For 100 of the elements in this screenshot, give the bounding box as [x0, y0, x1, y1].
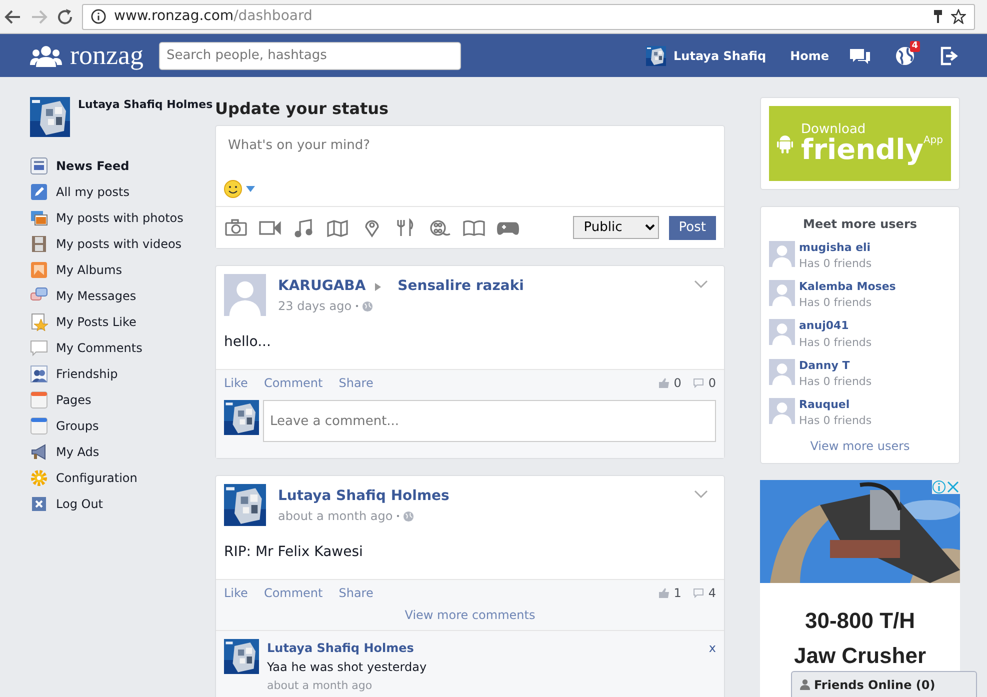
info-icon — [91, 9, 106, 24]
author-link[interactable]: Sensalire razaki — [398, 276, 524, 297]
film-icon — [30, 235, 48, 253]
friends-online-label: Friends Online (0) — [814, 676, 936, 694]
logo-text[interactable]: ronzag — [70, 42, 144, 69]
chevron-down-icon[interactable] — [694, 490, 708, 498]
sidebar-item[interactable]: My Ads — [30, 439, 215, 465]
sidebar-item[interactable]: My posts with photos — [30, 205, 215, 231]
photos-icon — [30, 209, 48, 227]
post-action-link[interactable]: Like — [224, 584, 248, 602]
ad-headline: Jaw Crusher — [792, 642, 928, 670]
view-more-users-link[interactable]: View more users — [810, 438, 910, 453]
sidebar-item[interactable]: Log Out — [30, 491, 215, 517]
triangle-right-icon — [374, 282, 382, 292]
post-text: RIP: Mr Felix Kawesi — [224, 544, 363, 560]
user-name-link[interactable]: mugisha eli — [799, 241, 872, 254]
view-more-comments-link[interactable]: View more comments — [404, 608, 536, 622]
avatar-silhouette — [769, 319, 795, 346]
post-button[interactable]: Post — [668, 216, 716, 240]
like-count: 0 — [674, 375, 682, 392]
sidebar-item[interactable]: Pages — [30, 387, 215, 413]
thumbs-up-icon — [658, 378, 670, 388]
comment-bubble-icon — [693, 588, 704, 598]
map-icon[interactable] — [326, 218, 350, 238]
home-link[interactable]: Home — [790, 46, 829, 64]
post-action-link[interactable]: Comment — [264, 584, 323, 602]
author-link[interactable]: KARUGABA — [278, 276, 366, 297]
camera-icon[interactable] — [224, 218, 248, 238]
reload-icon[interactable] — [56, 8, 74, 26]
audience-select[interactable]: Public — [572, 216, 659, 239]
sidebar-item[interactable]: My Comments — [30, 335, 215, 361]
sidebar-item[interactable]: My Posts Like — [30, 309, 215, 335]
close-icon — [30, 495, 48, 513]
globe-icon — [362, 300, 373, 312]
profile-name: Lutaya Shafiq Holmes — [78, 97, 213, 113]
sidebar-item[interactable]: Configuration — [30, 465, 215, 491]
film-reel-icon[interactable] — [428, 218, 452, 238]
banner-text: Download — [801, 123, 867, 136]
people-logo-icon — [30, 44, 62, 66]
author-link[interactable]: Lutaya Shafiq Holmes — [278, 486, 450, 507]
post-time: about a month ago — [278, 508, 393, 525]
status-input[interactable]: What's on your mind? — [216, 126, 724, 180]
sidebar-item[interactable]: Friendship — [30, 361, 215, 387]
ad-headline: 30-800 T/H — [804, 606, 916, 635]
friend-count: Has 0 friends — [799, 257, 872, 270]
user-name-link[interactable]: Rauquel — [799, 398, 872, 411]
like-count: 1 — [674, 585, 682, 602]
comment-count: 0 — [708, 375, 716, 392]
comment-count: 4 — [708, 585, 716, 602]
section-title: Meet more users — [802, 216, 918, 233]
comment-field[interactable]: Leave a comment... — [263, 400, 716, 442]
sidebar-item[interactable]: My Albums — [30, 257, 215, 283]
pencil-icon — [30, 183, 48, 201]
user-name-link[interactable]: Kalemba Moses — [799, 280, 896, 294]
delete-comment-button[interactable]: x — [708, 641, 716, 655]
post-action-link[interactable]: Comment — [264, 374, 323, 392]
user-name-link[interactable]: Danny T — [799, 358, 872, 372]
section-title: Update your status — [215, 98, 390, 120]
back-icon[interactable] — [4, 8, 22, 26]
post-action-link[interactable]: Share — [338, 374, 374, 392]
sidebar-item[interactable]: My posts with videos — [30, 231, 215, 257]
logout-icon[interactable] — [939, 46, 959, 66]
sidebar-item[interactable]: My Messages — [30, 283, 215, 309]
comment-text: Yaa he was shot yesterday — [267, 660, 427, 674]
post-text: hello... — [224, 334, 271, 350]
page-icon — [30, 391, 48, 409]
post-action-link[interactable]: Like — [224, 374, 248, 392]
avatar-silhouette — [769, 358, 795, 385]
gear-icon — [30, 469, 48, 487]
friend-count: Has 0 friends — [799, 296, 872, 310]
person-icon — [800, 679, 810, 690]
chevron-down-icon[interactable] — [694, 280, 708, 288]
ad-close-icon[interactable] — [946, 480, 960, 494]
comment-author-link[interactable]: Lutaya Shafiq Holmes — [267, 641, 414, 655]
ad-info-icon[interactable] — [932, 480, 946, 494]
post-action-link[interactable]: Share — [338, 584, 374, 602]
user-name-link[interactable]: anuj041 — [799, 319, 872, 333]
thumbs-up-icon — [658, 588, 670, 598]
avatar-silhouette — [224, 274, 266, 316]
speech-bubble-icon — [30, 339, 48, 357]
star-icon — [30, 313, 48, 331]
address-bar[interactable]: www.ronzag.com/dashboard — [82, 4, 975, 30]
post-time: 23 days ago — [278, 298, 352, 315]
profile-link[interactable]: Lutaya Shafiq — [674, 46, 766, 64]
sidebar-item[interactable]: All my posts — [30, 179, 215, 205]
smiley-icon[interactable] — [224, 180, 242, 198]
friends-online-bar[interactable]: Friends Online (0) — [791, 671, 977, 697]
notification-badge: 4 — [910, 40, 920, 52]
dot-separator-icon — [396, 515, 399, 517]
comment-time: about a month ago — [267, 679, 372, 692]
avatar-silhouette — [769, 280, 795, 306]
sidebar-item[interactable]: News Feed — [30, 153, 215, 179]
sidebar-item[interactable]: Groups — [30, 413, 215, 439]
caret-icon[interactable] — [246, 186, 255, 192]
bookmark-star-icon[interactable] — [951, 9, 966, 24]
search-field[interactable]: Search people, hashtags — [159, 42, 462, 70]
friend-count: Has 0 friends — [799, 374, 872, 388]
megaphone-icon — [30, 443, 48, 461]
url-text: www.ronzag.com/dashboard — [114, 7, 312, 26]
book-icon[interactable] — [462, 218, 486, 238]
